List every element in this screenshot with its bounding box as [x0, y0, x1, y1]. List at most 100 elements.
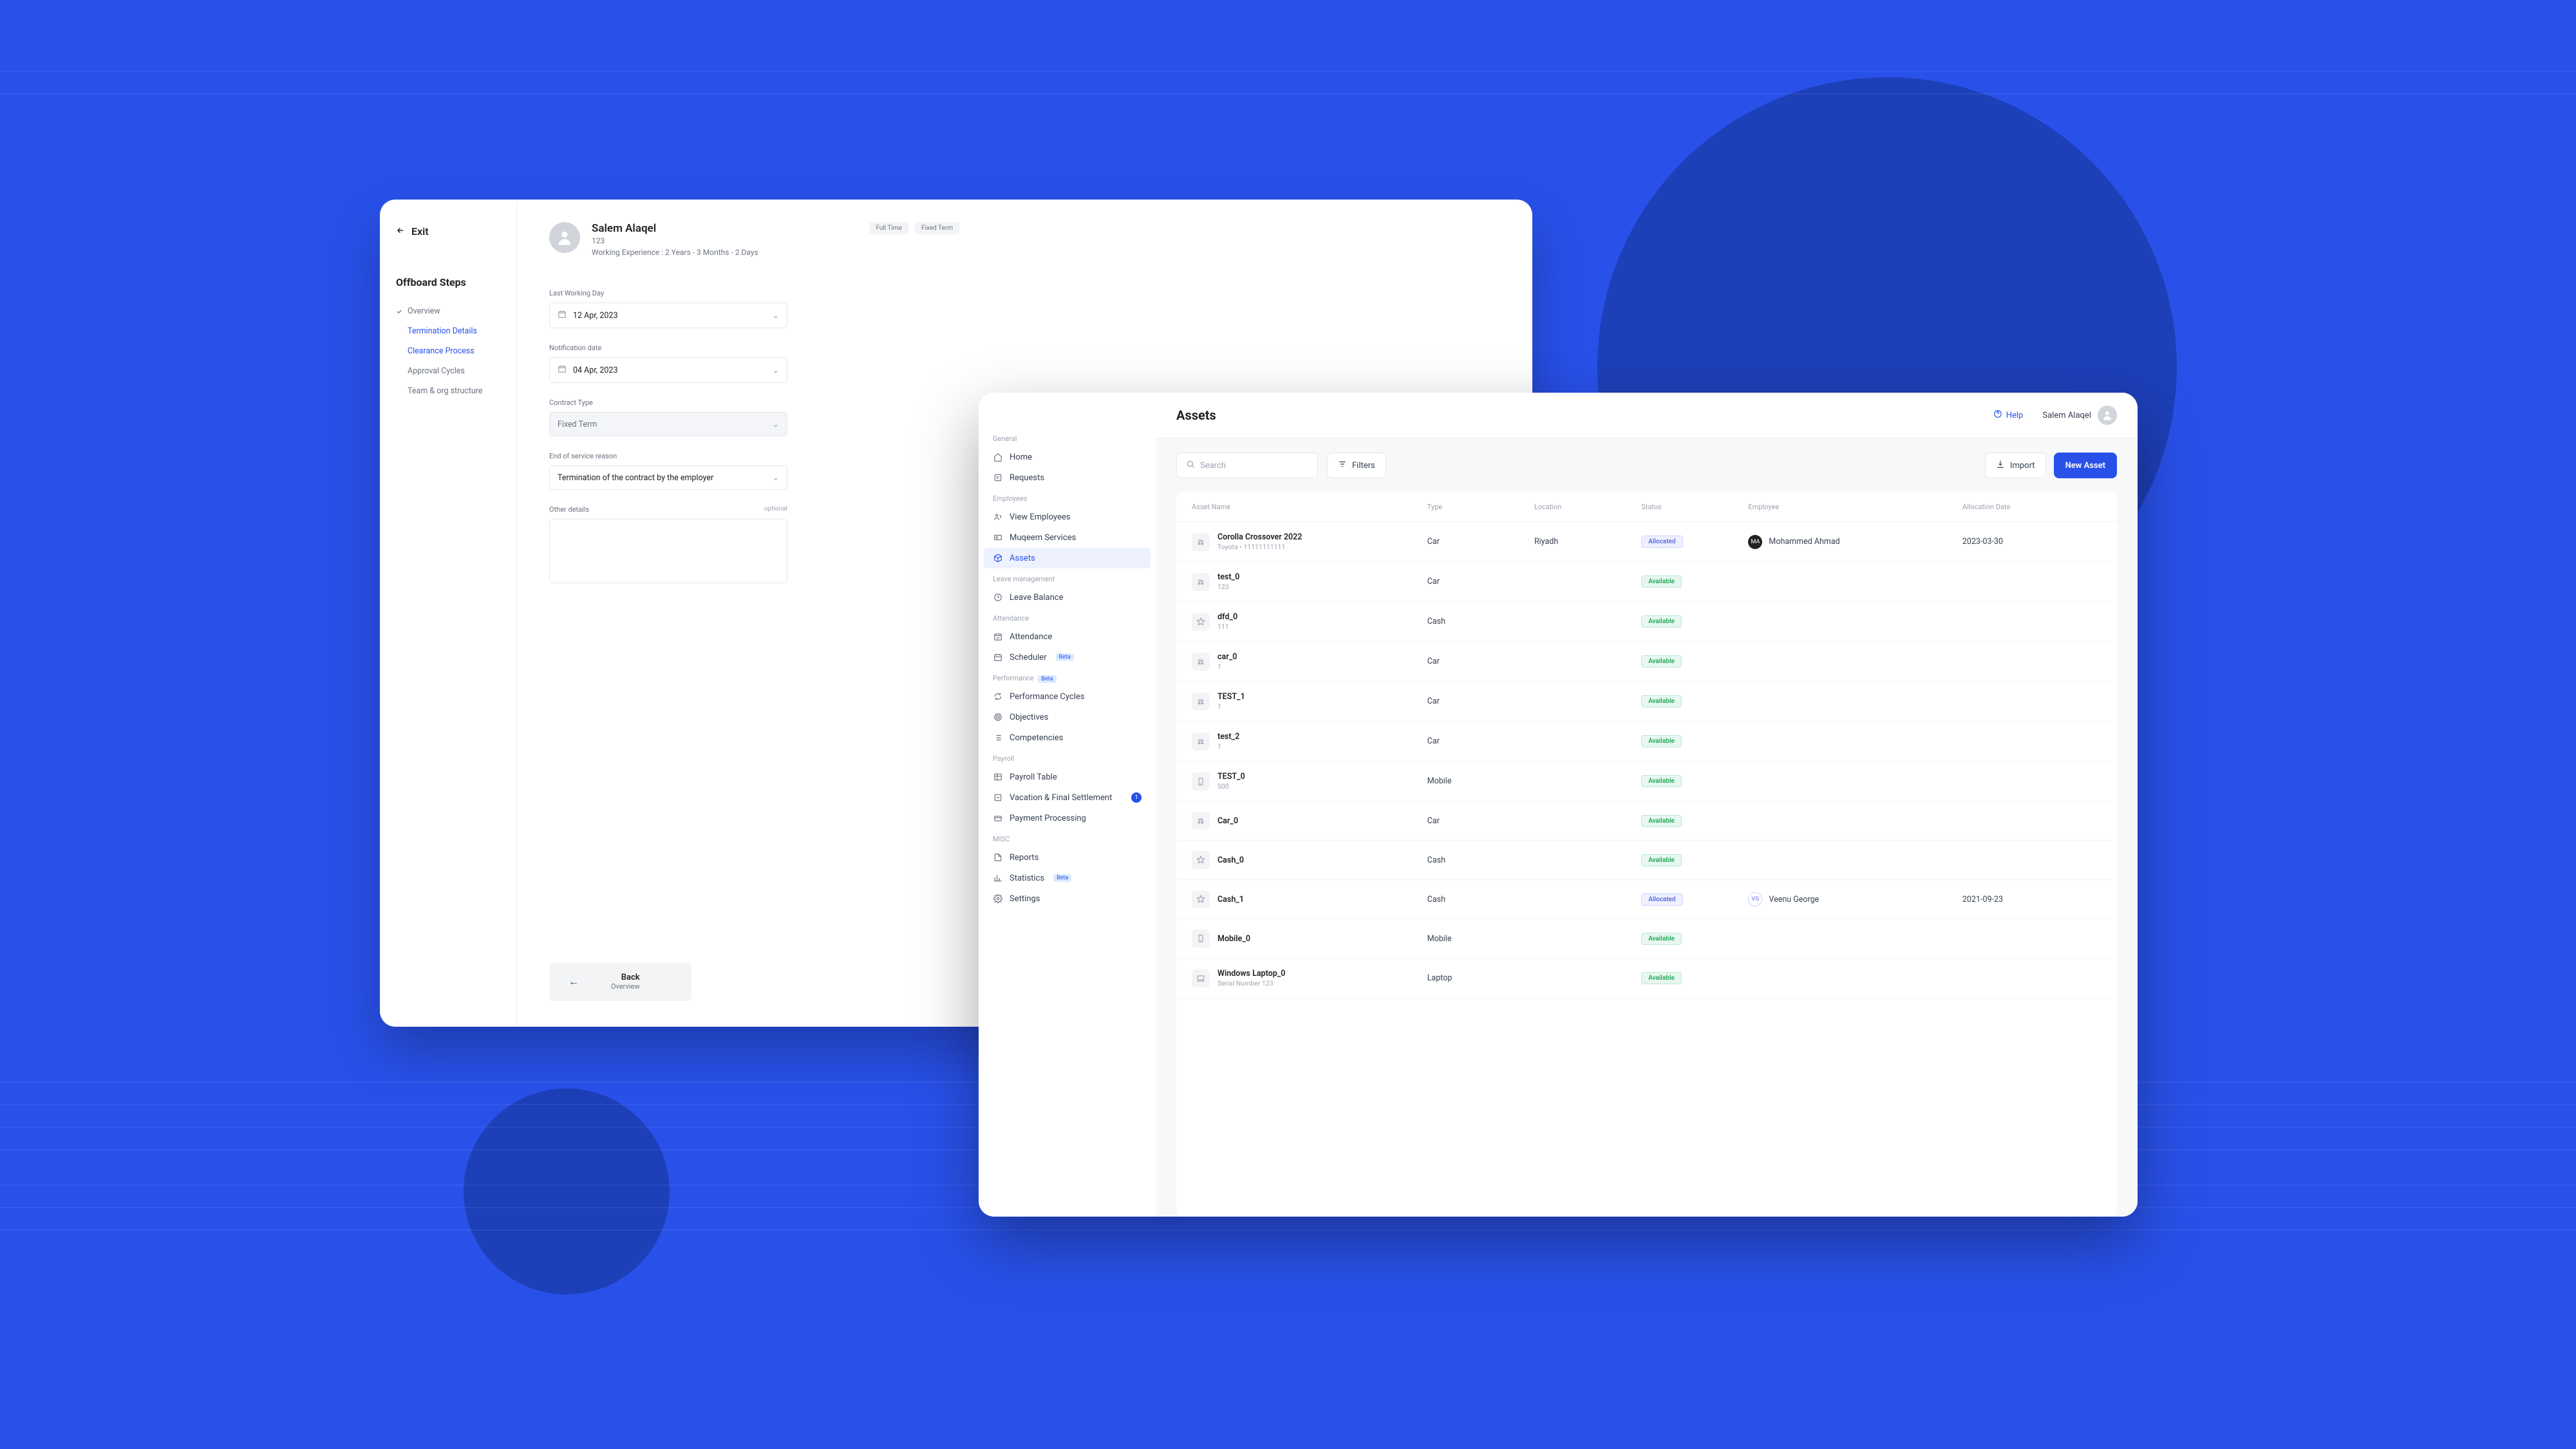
column-header[interactable]: Employee — [1748, 503, 1962, 511]
sidebar-item-label: Requests — [1010, 473, 1044, 483]
car-icon — [1192, 733, 1210, 751]
sidebar-item-requests[interactable]: Requests — [979, 467, 1156, 488]
sidebar-item-attendance[interactable]: Attendance — [979, 626, 1156, 647]
sidebar-item-competencies[interactable]: Competencies — [979, 727, 1156, 748]
table-row[interactable]: dfd_0111CashAvailable — [1176, 602, 2117, 642]
sidebar-group-label: Employees — [979, 488, 1156, 507]
asset-type: Car — [1427, 657, 1534, 666]
sidebar-item-payment-processing[interactable]: Payment Processing — [979, 808, 1156, 828]
sidebar-item-objectives[interactable]: Objectives — [979, 707, 1156, 727]
table-row[interactable]: Cash_1CashAllocatedVGVeenu George2021-09… — [1176, 880, 2117, 919]
asset-subtitle: 500 — [1217, 782, 1245, 790]
asset-type: Car — [1427, 577, 1534, 586]
filters-button[interactable]: Filters — [1327, 453, 1386, 478]
arrow-left-icon — [396, 225, 405, 238]
column-header[interactable]: Status — [1641, 503, 1748, 511]
employee-name: Veenu George — [1769, 895, 1819, 904]
offboard-step[interactable]: Overview — [396, 301, 516, 321]
employee-header: Salem Alaqel 123 Working Experience : 2 … — [549, 222, 1500, 257]
column-header[interactable]: Type — [1427, 503, 1534, 511]
user-menu[interactable]: Salem Alaqel — [2042, 406, 2117, 425]
asset-type: Car — [1427, 537, 1534, 547]
sidebar-item-leave-balance[interactable]: Leave Balance — [979, 587, 1156, 608]
sidebar-item-vacation-final-settlement[interactable]: Vacation & Final Settlement1 — [979, 787, 1156, 808]
sidebar-item-label: Scheduler — [1010, 653, 1047, 662]
sidebar-item-assets[interactable]: Assets — [984, 548, 1151, 568]
avatar: MA — [1748, 535, 1762, 549]
star-icon — [1192, 890, 1210, 908]
offboard-steps-title: Offboard Steps — [396, 276, 516, 288]
chevron-down-icon: ⌄ — [773, 365, 779, 375]
asset-type: Mobile — [1427, 934, 1534, 944]
sidebar-item-statistics[interactable]: Statistics Beta — [979, 868, 1156, 888]
table-row[interactable]: Cash_0CashAvailable — [1176, 841, 2117, 880]
step-label: Approval Cycles — [408, 366, 465, 376]
table-row[interactable]: Corolla Crossover 2022Toyota • 111111111… — [1176, 522, 2117, 562]
other-details-textarea[interactable] — [549, 519, 787, 583]
scheduler-icon — [993, 652, 1003, 662]
asset-name: TEST_0 — [1217, 772, 1245, 781]
offboard-step[interactable]: Team & org structure — [396, 381, 516, 401]
beta-badge: Beta — [1053, 874, 1071, 882]
sidebar-item-label: Objectives — [1010, 713, 1048, 722]
employment-tag: Fixed Term — [915, 222, 959, 234]
asset-type: Cash — [1427, 895, 1534, 904]
back-button[interactable]: ← Back Overview — [549, 962, 691, 1001]
end-reason-value: Termination of the contract by the emplo… — [558, 473, 713, 483]
sidebar-item-label: View Employees — [1010, 512, 1070, 522]
sidebar-item-label: Payment Processing — [1010, 814, 1086, 823]
asset-subtitle: Toyota • 11111111111 — [1217, 543, 1302, 551]
import-label: Import — [2010, 461, 2035, 471]
sidebar-item-muqeem-services[interactable]: Muqeem Services — [979, 527, 1156, 548]
asset-employee: VGVeenu George — [1748, 892, 1962, 906]
offboard-step[interactable]: Termination Details — [396, 321, 516, 341]
table-row[interactable]: Windows Laptop_0Serial Number 123LaptopA… — [1176, 958, 2117, 998]
id-icon — [993, 532, 1003, 543]
exit-button[interactable]: Exit — [396, 225, 516, 238]
column-header[interactable]: Location — [1534, 503, 1641, 511]
last-working-day-value: 12 Apr, 2023 — [573, 311, 617, 321]
search-input[interactable]: Search — [1176, 453, 1318, 478]
notification-date-field[interactable]: 04 Apr, 2023 ⌄ — [549, 357, 787, 383]
table-row[interactable]: car_01CarAvailable — [1176, 642, 2117, 682]
asset-name: Windows Laptop_0 — [1217, 969, 1285, 978]
column-header[interactable]: Allocation Date — [1962, 503, 2101, 511]
page-title: Assets — [1176, 407, 1216, 423]
sidebar-item-scheduler[interactable]: SchedulerBeta — [979, 647, 1156, 668]
table-row[interactable]: test_21CarAvailable — [1176, 722, 2117, 762]
last-working-day-label: Last Working Day — [549, 289, 787, 297]
users-icon — [993, 512, 1003, 522]
sidebar-item-performance-cycles[interactable]: Performance Cycles — [979, 686, 1156, 707]
asset-name: Mobile_0 — [1217, 934, 1250, 944]
new-asset-button[interactable]: New Asset — [2054, 453, 2117, 478]
last-working-day-field[interactable]: 12 Apr, 2023 ⌄ — [549, 303, 787, 328]
sidebar-item-payroll-table[interactable]: Payroll Table — [979, 767, 1156, 787]
table-row[interactable]: TEST_11CarAvailable — [1176, 682, 2117, 722]
asset-name: test_0 — [1217, 572, 1239, 582]
sidebar-item-view-employees[interactable]: View Employees — [979, 507, 1156, 527]
asset-subtitle: 1 — [1217, 702, 1245, 711]
table-row[interactable]: test_0123CarAvailable — [1176, 562, 2117, 602]
table-row[interactable]: TEST_0500MobileAvailable — [1176, 762, 2117, 801]
termination-form: Last Working Day 12 Apr, 2023 ⌄ Notifica… — [549, 289, 787, 601]
column-header[interactable]: Asset Name — [1192, 503, 1427, 511]
asset-name: dfd_0 — [1217, 612, 1237, 622]
stats-icon — [993, 873, 1003, 883]
avatar — [2098, 406, 2117, 425]
sidebar-item-home[interactable]: Home — [979, 447, 1156, 467]
table-row[interactable]: Car_0CarAvailable — [1176, 801, 2117, 841]
end-reason-field[interactable]: Termination of the contract by the emplo… — [549, 465, 787, 490]
sidebar-item-settings[interactable]: Settings — [979, 888, 1156, 909]
employee-id: 123 — [592, 236, 758, 245]
import-button[interactable]: Import — [1985, 453, 2046, 478]
offboard-step[interactable]: Approval Cycles — [396, 361, 516, 381]
sidebar-item-label: Statistics — [1010, 874, 1044, 883]
sidebar-item-reports[interactable]: Reports — [979, 847, 1156, 868]
sidebar-item-label: Leave Balance — [1010, 593, 1063, 603]
offboard-step[interactable]: Clearance Process — [396, 341, 516, 361]
sidebar-group-label: Leave management — [979, 568, 1156, 587]
asset-type: Cash — [1427, 617, 1534, 626]
status-badge: Available — [1641, 972, 1682, 984]
table-row[interactable]: Mobile_0MobileAvailable — [1176, 919, 2117, 958]
help-button[interactable]: Help — [1993, 409, 2024, 421]
